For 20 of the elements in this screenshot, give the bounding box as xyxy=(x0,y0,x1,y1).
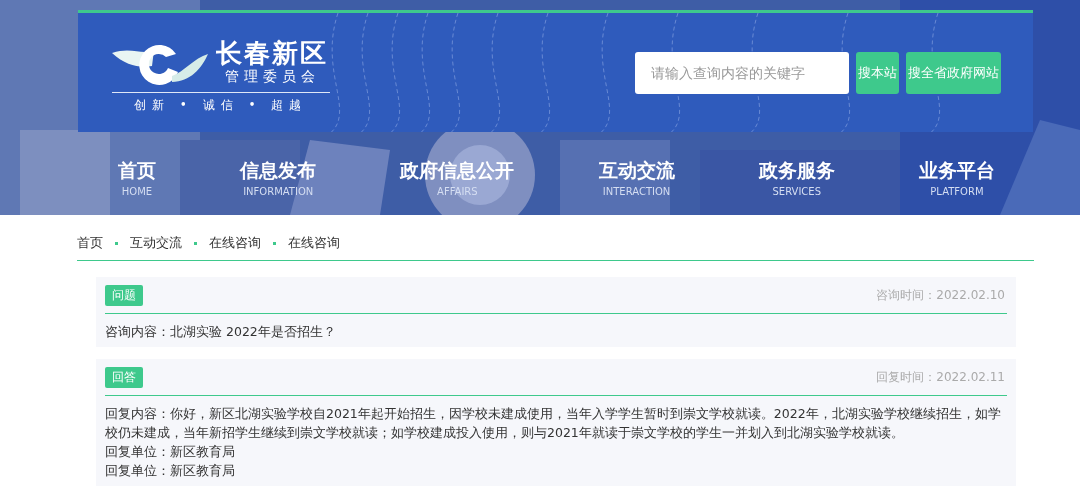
qa-text: 回复单位：新区教育局 xyxy=(105,462,236,480)
breadcrumb-link[interactable]: 互动交流 xyxy=(130,234,182,252)
slogan: 创新 • 诚信 • 超越 xyxy=(133,96,309,114)
qa-time: 回复时间：2022.02.11 xyxy=(876,369,1005,386)
qa-text: 咨询内容：北湖实验 2022年是否招生？ xyxy=(105,323,337,341)
nav-link[interactable]: 互动交流 INTERACTION xyxy=(598,158,675,197)
site-name: 长春新区 xyxy=(216,37,328,68)
breadcrumb-link[interactable]: 首页 xyxy=(77,234,103,252)
breadcrumb-link[interactable]: 在线咨询 xyxy=(209,234,261,252)
site-subtitle: 管理委员会 xyxy=(224,67,320,86)
qa-time: 咨询时间：2022.02.10 xyxy=(876,287,1005,304)
nav-link[interactable]: 首页 HOME xyxy=(118,158,156,197)
qa-tag: 问题 xyxy=(105,285,143,306)
search-field[interactable]: 请输入查询内容的关键字 xyxy=(635,51,849,94)
nav-link[interactable]: 信息发布 INFORMATION xyxy=(240,158,317,197)
breadcrumb-link[interactable]: 在线咨询 xyxy=(288,234,340,252)
qa-text: 回复内容：你好，新区北湖实验学校自2021年起开始招生，因学校未建成使用，当年入学学生暂时到崇文学校就读。2022年，北湖实验学校继续招生，如学校仍未建成，当年新招学生继续到崇文学校就读；如学校建成投入使用，则与2021年就读于崇文学校的学生一并划入到北湖实验学校就读。 xyxy=(105,405,1002,442)
nav-link[interactable]: 业务平台 PLATFORM xyxy=(918,158,995,197)
qa-text: 回复单位：新区教育局 xyxy=(105,443,236,461)
qa-tag: 回答 xyxy=(105,367,143,388)
